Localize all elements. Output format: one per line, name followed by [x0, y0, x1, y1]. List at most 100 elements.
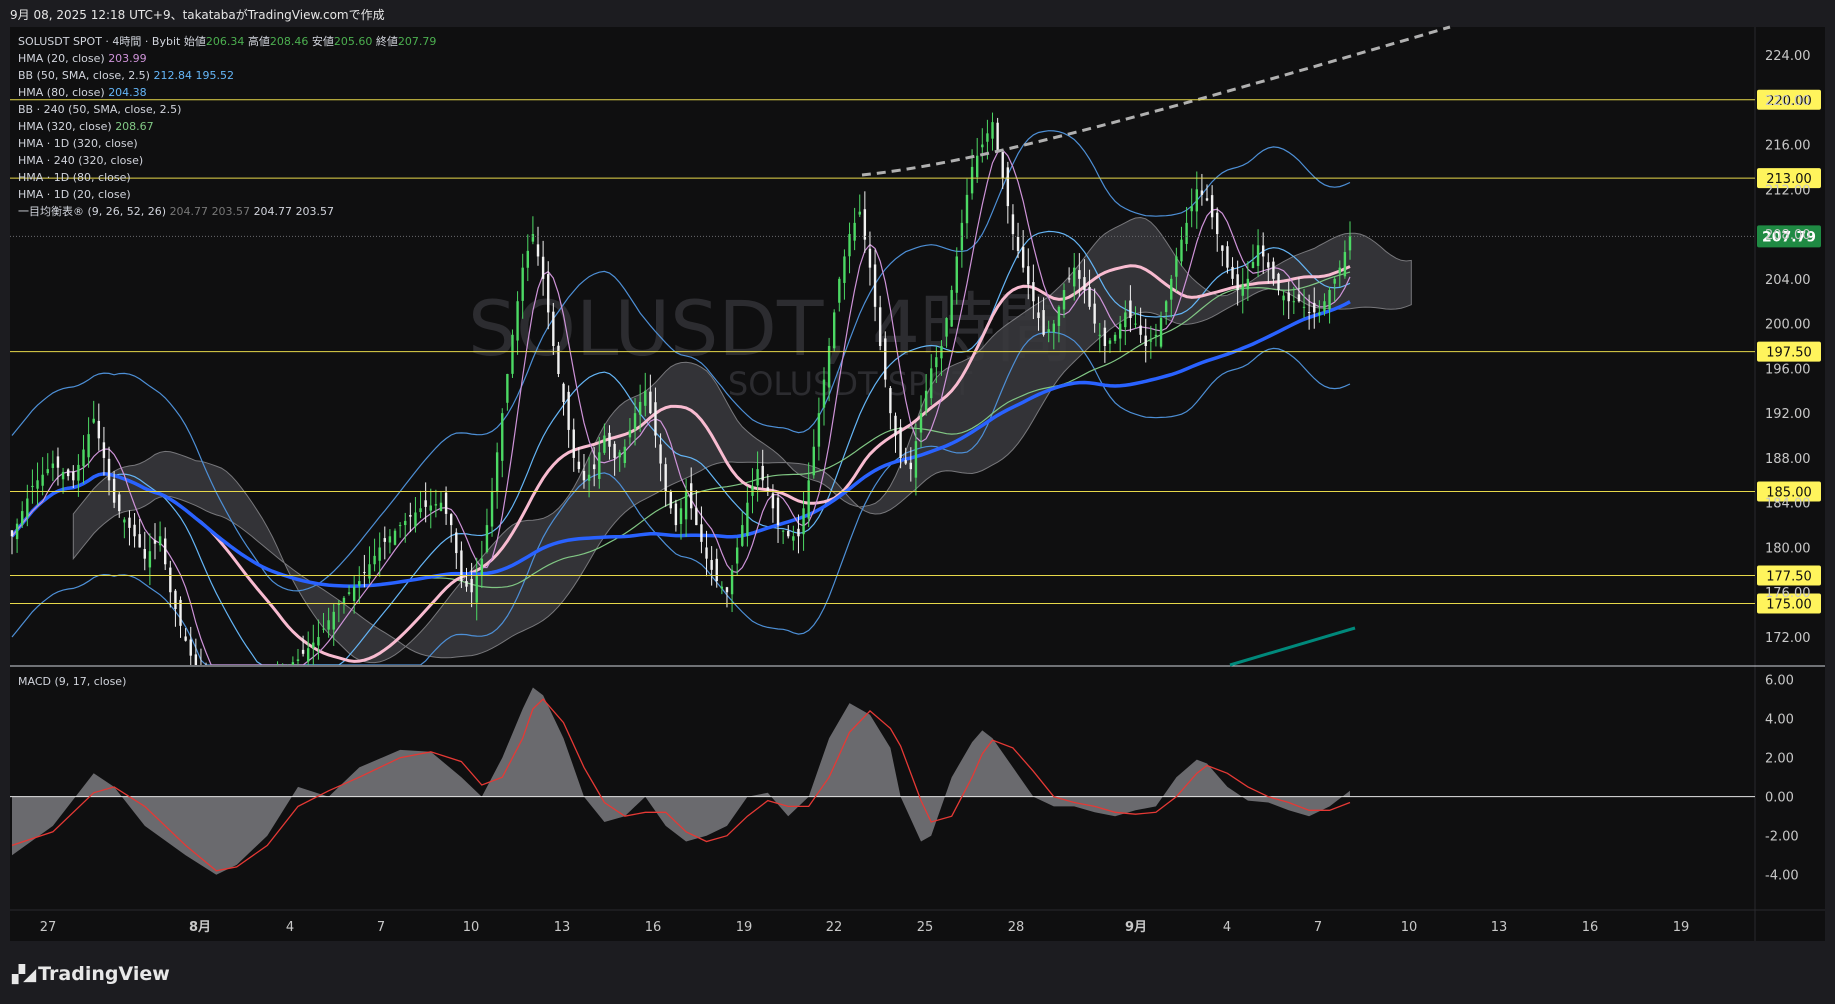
candle-body: [781, 530, 785, 532]
candle-body: [475, 575, 478, 603]
chart-frame: 9月 08, 2025 12:18 UTC+9、takatabaがTrading…: [0, 0, 1835, 1004]
candle-body: [158, 536, 162, 546]
indicator-row: HMA · 1D (320, close): [18, 135, 436, 152]
candle-body: [598, 452, 601, 479]
indicator-row: HMA · 1D (20, close): [18, 186, 436, 203]
candle-body: [352, 586, 356, 602]
candle-body: [1307, 312, 1311, 314]
candle-body: [572, 429, 575, 458]
legend: SOLUSDT SPOT · 4時間 · Bybit 始値206.34 高値20…: [18, 33, 436, 220]
candle-body: [1154, 334, 1158, 337]
candle-body: [725, 587, 729, 593]
candle-body: [715, 558, 718, 582]
candle-body: [766, 487, 770, 492]
candle-body: [1113, 334, 1117, 341]
candle-body: [1042, 310, 1045, 335]
candle-body: [582, 470, 586, 481]
candle-body: [695, 507, 698, 526]
candle-body: [812, 446, 815, 476]
candle-body: [1073, 267, 1076, 287]
tradingview-logo-icon: ▞◢: [12, 965, 36, 985]
legend-ichimoku: 一目均衡表® (9, 26, 52, 26) 204.77 203.57 204…: [18, 203, 436, 220]
candle-body: [608, 432, 611, 447]
candle-body: [562, 383, 565, 402]
candle-body: [118, 494, 121, 512]
macd-tick-label: 0.00: [1765, 791, 1794, 806]
candle-body: [439, 502, 443, 511]
candle-body: [1195, 189, 1198, 212]
candle-body: [919, 413, 923, 433]
candle-body: [1292, 301, 1296, 303]
candle-body: [884, 338, 887, 380]
time-tick-label: 10: [463, 920, 480, 935]
candle-body: [1159, 318, 1163, 347]
candle-body: [817, 413, 821, 447]
candle-body: [1338, 267, 1341, 274]
candle-body: [991, 122, 994, 139]
legend-open-label: 始値: [183, 35, 206, 48]
candle-body: [1083, 277, 1086, 291]
candle-body: [975, 155, 979, 178]
candle-body: [1348, 236, 1352, 251]
candle-body: [419, 508, 422, 513]
legend-symbol: SOLUSDT SPOT · 4時間 · Bybit: [18, 35, 181, 48]
candle-body: [66, 469, 70, 477]
tradingview-logo[interactable]: ▞◢ TradingView: [12, 963, 170, 985]
dashed-trendline: [861, 25, 1451, 177]
candle-body: [761, 465, 764, 481]
time-tick-label: 19: [1673, 920, 1690, 935]
candle-body: [945, 318, 948, 337]
legend-low: 205.60: [333, 35, 373, 48]
candle-body: [1021, 246, 1025, 268]
candle-body: [710, 560, 713, 570]
candle-body: [613, 443, 616, 458]
candle-body: [940, 346, 943, 359]
price-tick-label: 216.00: [1765, 139, 1811, 154]
price-tick-label: 220.00: [1765, 94, 1811, 109]
macd-tick-label: 2.00: [1765, 752, 1794, 767]
candle-body: [822, 379, 826, 408]
time-tick-label: 27: [40, 920, 57, 935]
candle-body: [1047, 329, 1050, 333]
candle-body: [1170, 278, 1173, 300]
candle-body: [756, 469, 759, 486]
candle-body: [618, 452, 621, 458]
price-tick-label: 176.00: [1765, 586, 1811, 601]
candle-body: [424, 500, 427, 507]
candle-body: [301, 649, 305, 654]
candle-body: [10, 530, 14, 537]
candle-body: [965, 194, 969, 224]
candle-body: [480, 558, 484, 576]
candle-body: [904, 460, 907, 464]
candle-body: [690, 483, 693, 509]
candle-body: [868, 248, 872, 268]
macd-label: MACD (9, 17, close): [18, 675, 127, 688]
candle-body: [97, 420, 101, 439]
indicator-row: HMA (20, close) 203.99: [18, 50, 436, 67]
candle-body: [1139, 325, 1142, 335]
candle-body: [1134, 323, 1137, 325]
candle-body: [827, 346, 831, 388]
indicator-value: 212.84 195.52: [153, 69, 234, 82]
candle-body: [1323, 301, 1326, 312]
candle-body: [184, 636, 187, 641]
candle-body: [858, 211, 861, 215]
candle-body: [291, 662, 295, 665]
time-tick-label: 7: [377, 920, 385, 935]
candle-body: [1318, 312, 1321, 315]
candle-body: [684, 491, 688, 520]
candle-body: [1216, 212, 1219, 235]
macd-tick-label: -2.00: [1765, 830, 1799, 845]
candle-body: [26, 498, 29, 518]
candle-body: [46, 469, 49, 474]
ichimoku-value-1: 204.77: [169, 205, 209, 218]
candle-body: [649, 391, 652, 414]
candle-body: [470, 578, 473, 593]
candle-body: [1175, 256, 1178, 277]
legend-close-label: 終値: [375, 35, 398, 48]
candle-body: [1261, 245, 1265, 257]
candle-body: [1313, 302, 1316, 313]
candle-body: [547, 274, 550, 313]
candle-body: [843, 256, 846, 283]
indicator-name: HMA (80, close): [18, 86, 109, 99]
